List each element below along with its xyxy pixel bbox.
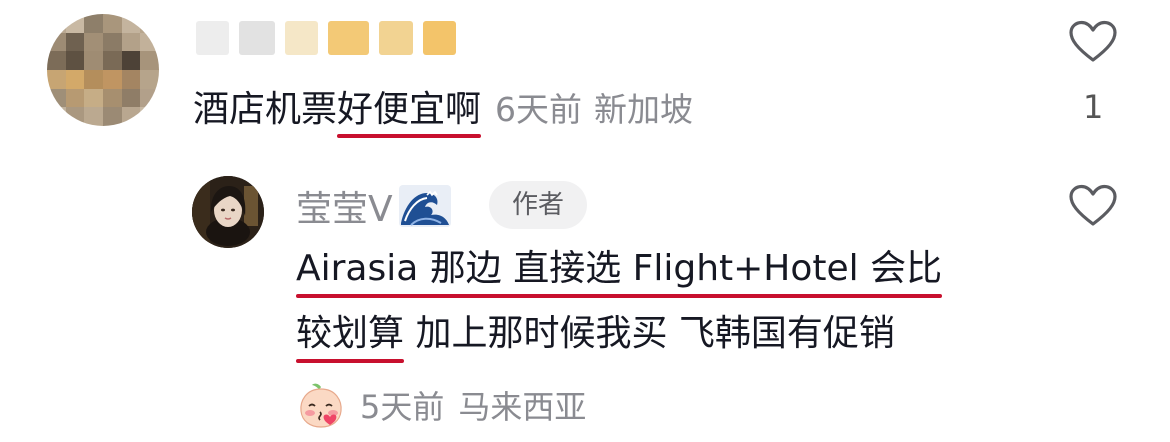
reply-meta: 5天前 马来西亚 (296, 380, 586, 430)
reply-author-avatar[interactable] (192, 176, 264, 248)
comment-text-underlined: 好便宜啊 (337, 86, 482, 138)
wave-emoji-icon (398, 185, 451, 227)
reply-text-line1-underlined: Airasia 那边 直接选 Flight+Hotel 会比 (296, 244, 943, 298)
comment-text-plain: 酒店机票 (193, 89, 338, 130)
author-tag: 作者 (489, 181, 587, 229)
reply-text-line2-underlined: 较划算 (296, 309, 405, 363)
comment-time: 6天前 (495, 90, 583, 129)
commenter-username[interactable] (196, 16, 457, 60)
comment-text: 酒店机票好便宜啊 6天前 新加坡 (193, 86, 694, 138)
heart-outline-icon[interactable] (1068, 184, 1118, 228)
reply-username[interactable]: 莹莹V (296, 180, 393, 232)
comment-location: 新加坡 (594, 90, 694, 129)
reply-username-row[interactable]: 莹莹V (296, 180, 453, 232)
reply-location: 马来西亚 (458, 388, 587, 426)
like-count: 1 (1083, 88, 1104, 126)
peach-blush-emoji-icon (300, 383, 342, 428)
reply-text-line2-rest: 加上那时候我买 飞韩国有促销 (404, 313, 895, 354)
reply-time: 5天前 (360, 388, 445, 426)
commenter-avatar[interactable] (47, 14, 159, 126)
reply-text-line1: Airasia 那边 直接选 Flight+Hotel 会比 (296, 244, 943, 298)
heart-outline-icon[interactable] (1068, 20, 1118, 64)
reply-text-line2: 较划算 加上那时候我买 飞韩国有促销 (296, 309, 895, 363)
